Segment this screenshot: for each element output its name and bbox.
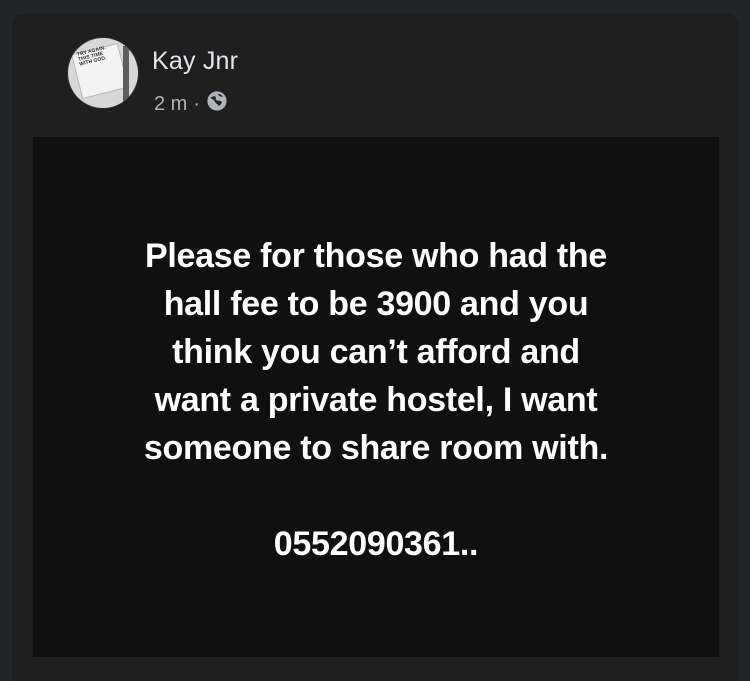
message-line: hall fee to be 3900 and you [163, 285, 589, 323]
author-name-link[interactable]: Kay Jnr [152, 46, 238, 76]
phone-number: 0552090361.. [273, 525, 479, 563]
post-image[interactable]: Please for those who had the hall fee to… [33, 137, 719, 657]
message-line: think you can’t afford and [172, 333, 580, 371]
image-message: Please for those who had the hall fee to… [33, 232, 719, 568]
message-line: Please for those who had the [144, 237, 608, 275]
post-header: TRY AGAIN. THIS TIME WITH GOD. Kay Jnr 2… [68, 38, 708, 118]
post-meta: 2 m · [154, 90, 228, 118]
globe-icon [206, 90, 228, 118]
message-line: want a private hostel, I want [154, 381, 598, 419]
avatar-pole-image [123, 46, 129, 102]
author-avatar[interactable]: TRY AGAIN. THIS TIME WITH GOD. [68, 38, 138, 108]
meta-separator: · [193, 93, 201, 115]
post-time[interactable]: 2 m [154, 92, 187, 116]
message-line: someone to share room with. [143, 429, 609, 467]
